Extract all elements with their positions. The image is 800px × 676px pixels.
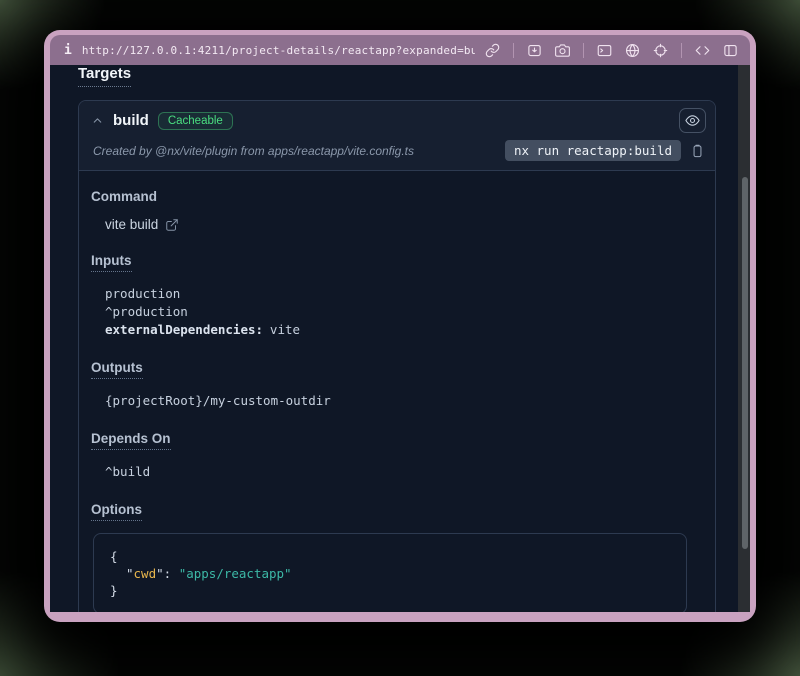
project-details-content: Targets build Cacheable Created by @nx/v…	[50, 65, 738, 612]
scrollbar-track[interactable]	[738, 65, 750, 612]
command-label: Command	[91, 189, 157, 204]
run-command-chip: nx run reactapp:build	[505, 140, 681, 161]
scrollbar-thumb[interactable]	[742, 177, 748, 549]
command-value-row: vite build	[105, 217, 695, 232]
output-item: {projectRoot}/my-custom-outdir	[105, 392, 695, 410]
toolbar-divider	[583, 43, 584, 58]
depends-on-label: Depends On	[91, 431, 171, 450]
json-line: }	[110, 582, 670, 599]
link-icon[interactable]	[485, 43, 500, 58]
external-link-icon[interactable]	[165, 218, 179, 232]
toolbar-divider	[513, 43, 514, 58]
browser-window: i http://127.0.0.1:4211/project-details/…	[44, 30, 756, 622]
page-viewport: Targets build Cacheable Created by @nx/v…	[50, 65, 750, 612]
json-string-value: "apps/reactapp"	[179, 566, 292, 581]
created-by-text: Created by @nx/vite/plugin from apps/rea…	[93, 144, 496, 158]
target-name: build	[113, 112, 149, 129]
terminal-icon[interactable]	[597, 43, 612, 58]
options-label: Options	[91, 502, 142, 521]
json-line: "cwd": "apps/reactapp"	[110, 565, 670, 582]
download-icon[interactable]	[527, 43, 542, 58]
page-title: Targets	[78, 65, 131, 87]
chevron-up-icon[interactable]	[91, 114, 104, 127]
cacheable-badge: Cacheable	[158, 112, 233, 130]
info-icon[interactable]: i	[64, 43, 72, 58]
json-key: cwd	[134, 566, 157, 581]
build-card-body: Command vite build Inputs production ^pr…	[79, 171, 715, 612]
input-value: vite	[270, 322, 300, 337]
titlebar-toolbar	[485, 43, 738, 58]
browser-titlebar: i http://127.0.0.1:4211/project-details/…	[50, 35, 750, 65]
camera-icon[interactable]	[555, 43, 570, 58]
outputs-label: Outputs	[91, 360, 143, 379]
depends-on-list: ^build	[105, 463, 695, 481]
inputs-list: production ^production externalDependenc…	[105, 285, 695, 339]
target-card-build: build Cacheable Created by @nx/vite/plug…	[78, 100, 716, 612]
inputs-label: Inputs	[91, 253, 132, 272]
command-value: vite build	[105, 217, 158, 232]
url-bar[interactable]: http://127.0.0.1:4211/project-details/re…	[82, 44, 475, 57]
outputs-list: {projectRoot}/my-custom-outdir	[105, 392, 695, 410]
crosshair-icon[interactable]	[653, 43, 668, 58]
copy-icon	[690, 143, 705, 159]
code-icon[interactable]	[695, 43, 710, 58]
split-view-icon[interactable]	[723, 43, 738, 58]
toolbar-divider	[681, 43, 682, 58]
globe-icon[interactable]	[625, 43, 640, 58]
input-item: ^production	[105, 303, 695, 321]
input-item: production	[105, 285, 695, 303]
json-line: {	[110, 548, 670, 565]
build-card-head: build Cacheable Created by @nx/vite/plug…	[79, 101, 715, 171]
options-json-block: { "cwd": "apps/reactapp" }	[93, 533, 687, 612]
input-item-keyed: externalDependencies: vite	[105, 321, 695, 339]
input-key: externalDependencies:	[105, 322, 263, 337]
copy-button[interactable]	[690, 143, 705, 159]
eye-icon	[685, 113, 700, 128]
build-subheader-row: Created by @nx/vite/plugin from apps/rea…	[79, 137, 715, 170]
view-in-graph-button[interactable]	[679, 108, 706, 133]
depends-on-item: ^build	[105, 463, 695, 481]
build-header-row[interactable]: build Cacheable	[79, 101, 715, 137]
